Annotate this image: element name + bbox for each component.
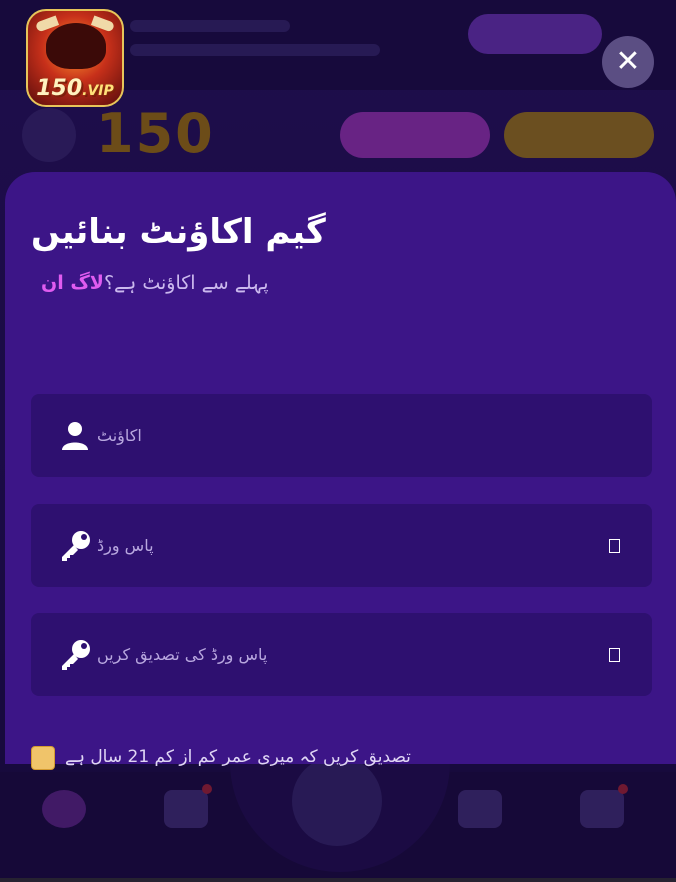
key-icon [62, 531, 90, 561]
logo-vip: .VIP [82, 83, 114, 99]
register-sheet: گیم اکاؤنٹ بنائیں پہلے سے اکاؤنٹ ہے؟لاگ … [5, 172, 676, 770]
key-icon [62, 640, 90, 670]
logo-number: 150 [36, 76, 83, 101]
show-confirm-password-toggle[interactable] [609, 648, 620, 662]
account-input[interactable] [95, 414, 579, 456]
bull-icon [46, 23, 106, 69]
password-field[interactable] [31, 504, 652, 587]
app-logo: 150.VIP [26, 9, 124, 107]
page-title: گیم اکاؤنٹ بنائیں [31, 212, 326, 252]
user-icon [62, 422, 88, 450]
close-button[interactable]: ✕ [602, 36, 654, 88]
age-confirm-checkbox[interactable] [31, 746, 55, 770]
close-icon: ✕ [615, 44, 641, 79]
confirm-password-field[interactable] [31, 613, 652, 696]
account-field[interactable] [31, 394, 652, 477]
login-prompt: پہلے سے اکاؤنٹ ہے؟لاگ ان [41, 272, 269, 294]
password-input[interactable] [95, 524, 579, 566]
age-confirm-label: تصدیق کریں کہ میری عمر کم از کم 21 سال ہ… [65, 747, 411, 767]
show-password-toggle[interactable] [609, 539, 620, 553]
login-link[interactable]: لاگ ان [41, 272, 104, 294]
confirm-password-input[interactable] [95, 633, 579, 675]
have-account-text: پہلے سے اکاؤنٹ ہے؟ [103, 272, 269, 294]
